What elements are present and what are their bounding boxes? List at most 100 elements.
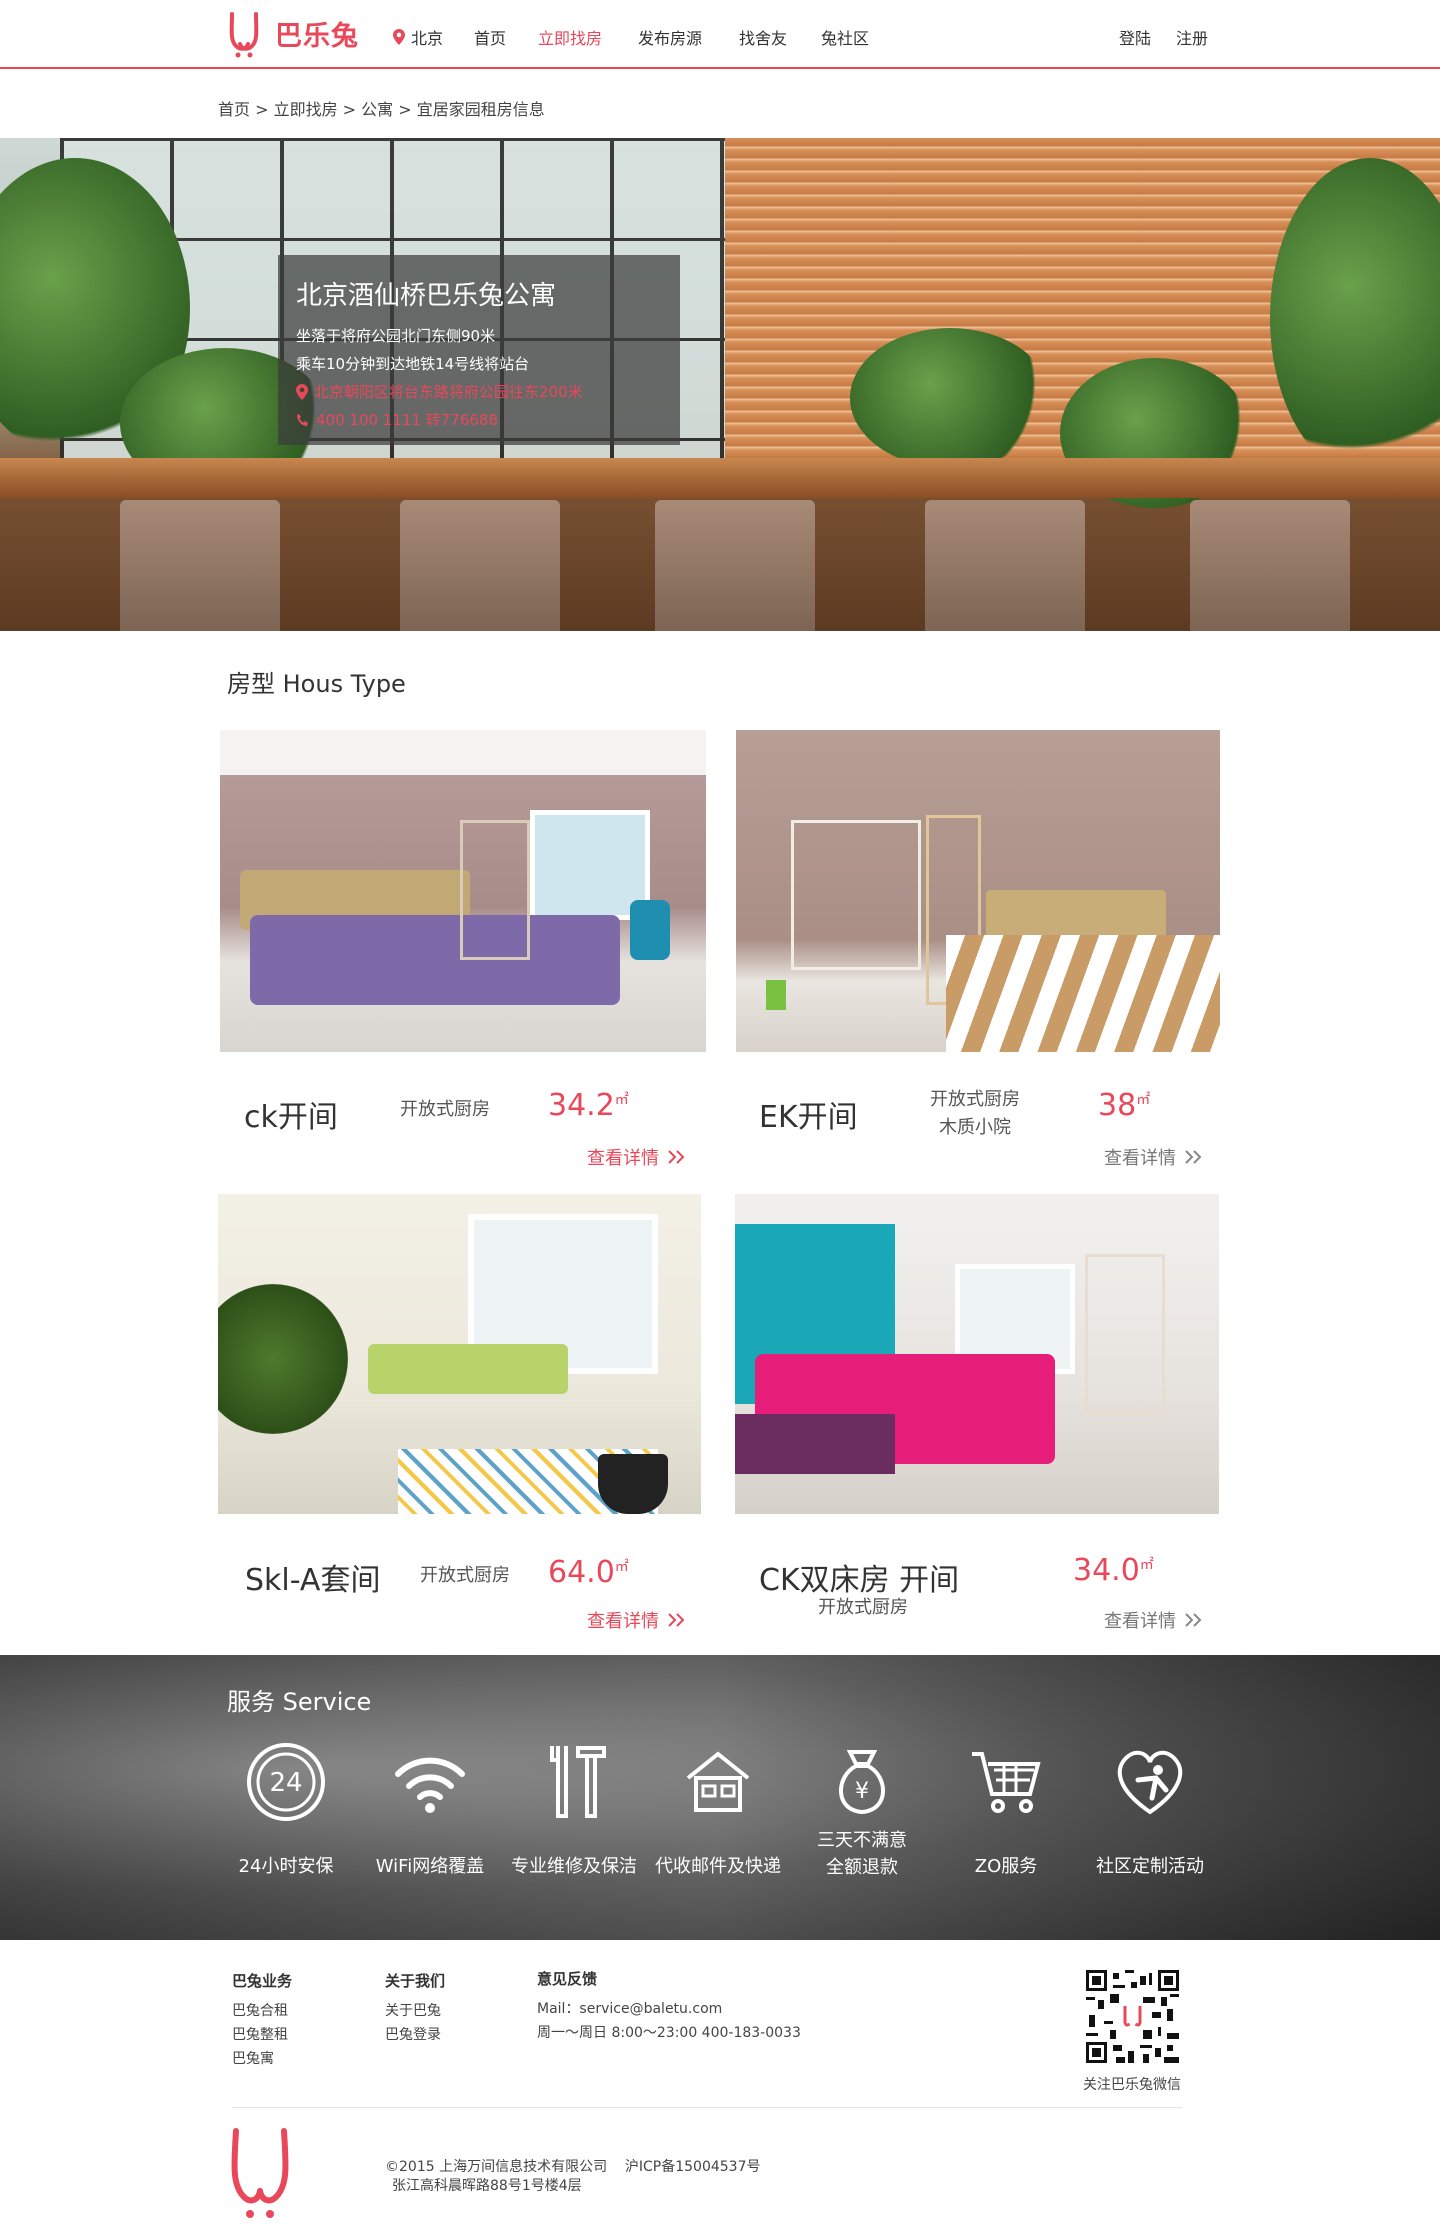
wifi-icon — [395, 1757, 465, 1813]
nav-find-roommate[interactable]: 找舍友 — [739, 25, 787, 49]
view-details-link[interactable]: 查看详情 — [587, 1607, 687, 1633]
room-area: 34.2㎡ — [548, 1088, 629, 1123]
view-details-link[interactable]: 查看详情 — [587, 1144, 687, 1170]
view-details-link[interactable]: 查看详情 — [1104, 1607, 1204, 1633]
brand-name[interactable]: 巴乐兔 — [275, 14, 359, 53]
nav-community[interactable]: 兔社区 — [821, 25, 869, 49]
city-selector[interactable]: 北京 — [393, 25, 443, 49]
room-features: 开放式厨房 木质小院 — [920, 1086, 1030, 1142]
cart-icon — [972, 1752, 1041, 1813]
footer-logo — [231, 2128, 289, 2218]
view-details-label: 查看详情 — [587, 1148, 659, 1169]
view-details-label: 查看详情 — [1104, 1611, 1176, 1632]
room-feature: 木质小院 — [939, 1117, 1011, 1138]
city-name: 北京 — [411, 29, 444, 48]
area-value: 34.2 — [548, 1088, 615, 1123]
location-pin-icon — [296, 384, 308, 400]
room-photo[interactable] — [218, 1194, 701, 1514]
view-details-label: 查看详情 — [1104, 1148, 1176, 1169]
location-pin-icon — [393, 29, 405, 45]
service-label: WiFi网络覆盖 — [375, 1856, 485, 1877]
room-features: 开放式厨房 — [390, 1096, 500, 1124]
double-chevron-right-icon — [1185, 1613, 1202, 1627]
footer-col-title: 意见反馈 — [537, 1970, 598, 1988]
hero-info-card: 北京酒仙桥巴乐兔公寓 坐落于将府公园北门东侧90米 乘车10分钟到达地铁14号线… — [278, 255, 680, 445]
service-label: ZO服务 — [974, 1856, 1038, 1877]
view-details-label: 查看详情 — [587, 1611, 659, 1632]
service-label: 三天不满意 — [817, 1830, 907, 1851]
heart-person-icon — [1117, 1750, 1183, 1815]
hero-phone: 400 100 1111 转776688 — [296, 406, 662, 434]
service-label: 24小时安保 — [238, 1856, 334, 1877]
room-feature: 开放式厨房 — [420, 1565, 510, 1586]
room-area: 64.0㎡ — [548, 1555, 629, 1590]
footer-col-title: 关于我们 — [385, 1972, 446, 1990]
qr-label: 关注巴乐兔微信 — [1083, 2077, 1181, 2093]
service-item: 社区定制活动 — [1078, 1740, 1222, 1877]
room-name[interactable]: EK开间 — [759, 1092, 858, 1136]
hero-address: 北京朝阳区将台东路将府公园往东200米 — [296, 378, 662, 406]
top-header — [0, 0, 1440, 69]
phone-icon — [297, 414, 308, 426]
footer-link[interactable]: 巴兔寓 — [232, 2048, 274, 2068]
footer-link[interactable]: 巴兔登录 — [385, 2024, 441, 2044]
footer-mail[interactable]: Mail：service@baletu.com — [537, 1998, 722, 2018]
wechat-qr-code — [1086, 1970, 1179, 2063]
room-name[interactable]: ck开间 — [244, 1092, 338, 1136]
address-text: 北京朝阳区将台东路将府公园往东200米 — [314, 383, 583, 401]
area-value: 64.0 — [548, 1555, 615, 1590]
breadcrumb[interactable]: 首页 > 立即找房 > 公寓 > 宜居家园租房信息 — [218, 96, 545, 120]
double-chevron-right-icon — [668, 1613, 685, 1627]
area-value: 38 — [1098, 1088, 1137, 1123]
area-unit: ㎡ — [1139, 1557, 1154, 1573]
room-name[interactable]: Skl-A套间 — [245, 1555, 380, 1599]
room-photo[interactable] — [735, 1194, 1219, 1514]
login-link[interactable]: 登陆 — [1119, 25, 1151, 49]
money-bag-icon: ¥ — [839, 1750, 885, 1815]
service-label: 社区定制活动 — [1096, 1856, 1204, 1877]
service-label: 专业维修及保洁 — [511, 1856, 637, 1877]
room-area: 38㎡ — [1098, 1088, 1150, 1123]
tools-icon — [550, 1746, 606, 1818]
clock-number: 24 — [269, 1768, 302, 1798]
room-features: 开放式厨房 — [410, 1562, 520, 1590]
room-types-title: 房型 Hous Type — [227, 670, 406, 698]
room-name[interactable]: CK双床房 开间 — [759, 1555, 959, 1599]
room-feature: 开放式厨房 — [930, 1089, 1020, 1110]
footer-divider — [232, 2107, 1182, 2108]
service-label: 代收邮件及快递 — [655, 1856, 781, 1877]
nav-find-room[interactable]: 立即找房 — [538, 25, 602, 49]
footer-link[interactable]: 巴兔合租 — [232, 2000, 288, 2020]
hero-title: 北京酒仙桥巴乐兔公寓 — [296, 281, 557, 311]
copyright-text: ©2015 上海万间信息技术有限公司 沪ICP备15004537号 — [385, 2159, 761, 2175]
area-unit: ㎡ — [614, 1092, 629, 1108]
service-item: ZO服务 — [934, 1740, 1078, 1877]
clock-24-icon: 24 — [247, 1743, 325, 1821]
double-chevron-right-icon — [668, 1150, 685, 1164]
area-unit: ㎡ — [1136, 1092, 1151, 1108]
room-photo[interactable] — [736, 730, 1220, 1052]
view-details-link[interactable]: 查看详情 — [1104, 1144, 1204, 1170]
room-area: 34.0㎡ — [1073, 1553, 1154, 1588]
register-link[interactable]: 注册 — [1176, 25, 1208, 49]
room-features: 开放式厨房 — [808, 1594, 918, 1622]
area-value: 34.0 — [1073, 1553, 1140, 1588]
service-item: WiFi网络覆盖 — [358, 1740, 502, 1877]
hero-banner — [0, 138, 1440, 631]
room-feature: 开放式厨房 — [400, 1099, 490, 1120]
service-title: 服务 Service — [227, 1688, 372, 1716]
nav-post-listing[interactable]: 发布房源 — [638, 25, 702, 49]
service-item: 专业维修及保洁 — [502, 1740, 646, 1877]
house-icon — [686, 1751, 750, 1812]
company-address: 张江高科晨晖路88号1号楼4层 — [392, 2178, 582, 2194]
service-item: 24 24小时安保 — [214, 1740, 358, 1877]
service-label: 全额退款 — [826, 1857, 898, 1878]
footer-link[interactable]: 巴兔整租 — [232, 2024, 288, 2044]
nav-home[interactable]: 首页 — [474, 25, 506, 49]
footer-link[interactable]: 关于巴兔 — [385, 2000, 441, 2020]
room-photo[interactable] — [220, 730, 706, 1052]
service-item: 代收邮件及快递 — [646, 1740, 790, 1877]
area-unit: ㎡ — [614, 1559, 629, 1575]
hero-transit-line: 乘车10分钟到达地铁14号线将站台 — [296, 355, 530, 373]
room-feature: 开放式厨房 — [818, 1597, 908, 1618]
